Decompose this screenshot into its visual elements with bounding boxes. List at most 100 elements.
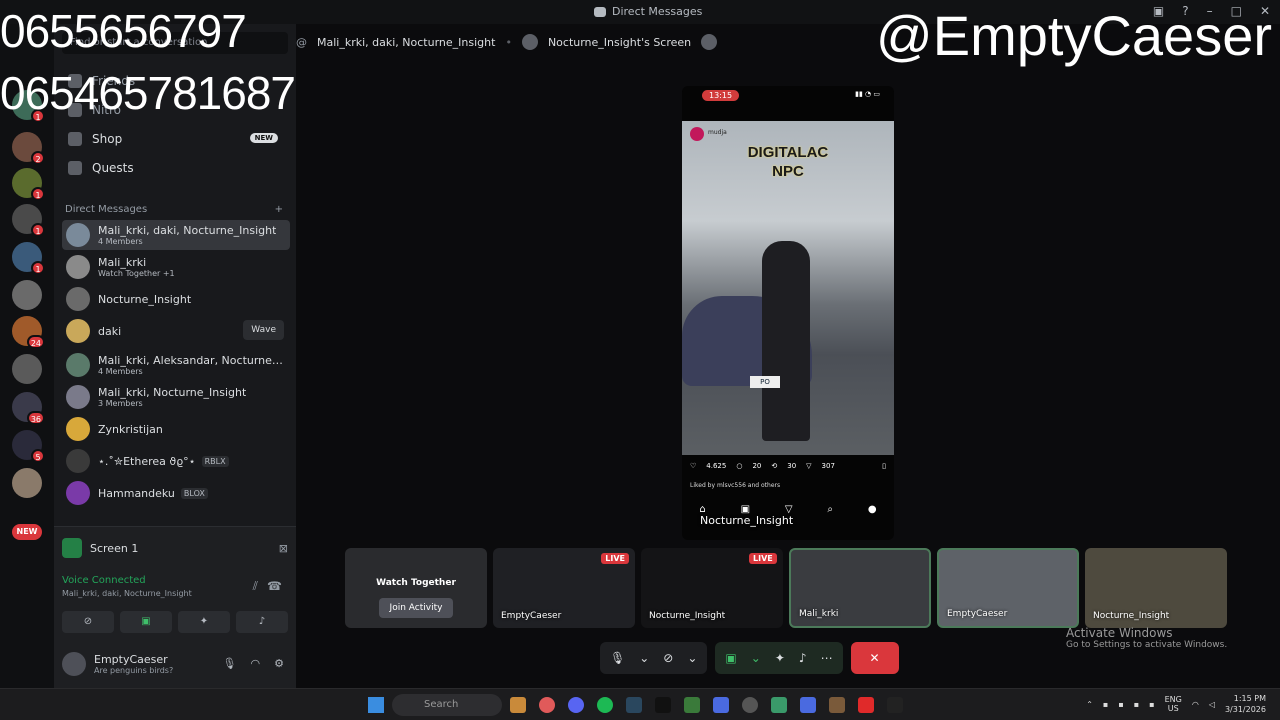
nav-shop[interactable]: Shop NEW <box>62 126 288 152</box>
dm-item[interactable]: Zynkristijan <box>62 414 290 444</box>
camera-off-button[interactable]: ⊘ <box>62 611 114 633</box>
comment-icon[interactable]: ○ <box>736 462 742 470</box>
dm-item[interactable]: Hammandeku BLOX <box>62 478 290 508</box>
app-icon[interactable] <box>539 697 555 713</box>
app-icon[interactable] <box>887 697 903 713</box>
watch-together-tile[interactable]: Watch Together Join Activity <box>345 548 487 628</box>
activities-icon[interactable]: ✦ <box>775 651 785 665</box>
noise-icon[interactable]: ⫽ <box>253 579 258 594</box>
server-icon[interactable]: 1 <box>12 204 45 237</box>
camera-off-icon[interactable]: ⊘ <box>663 651 673 665</box>
microphone-icon[interactable]: 🎙︎ <box>610 651 625 665</box>
app-icon[interactable] <box>829 697 845 713</box>
server-icon[interactable]: 1 <box>12 242 45 275</box>
server-icon[interactable]: 36 <box>12 392 45 425</box>
activities-button[interactable]: ✦ <box>178 611 230 633</box>
stop-stream-icon[interactable]: ⊠ <box>279 542 288 555</box>
avatar <box>66 449 90 473</box>
participant-tile[interactable]: EmptyCaeser <box>937 548 1079 628</box>
phone-time: 13:15 <box>702 90 740 101</box>
dm-item[interactable]: Mali_krki, daki, Nocturne_Insight 4 Membe… <box>62 220 290 250</box>
headphones-icon[interactable]: ◠ <box>251 657 261 670</box>
participant-tile[interactable]: Nocturne_Insight <box>1085 548 1227 628</box>
avatar <box>66 481 90 505</box>
license-plate: PO <box>750 376 780 388</box>
youtube-icon[interactable] <box>858 697 874 713</box>
share-icon[interactable]: ▽ <box>806 462 811 470</box>
participant-tiles: Watch Together Join Activity LIVE EmptyC… <box>345 548 1227 628</box>
profile-icon[interactable]: ● <box>868 504 877 528</box>
participant-tile[interactable]: LIVE EmptyCaeser <box>493 548 635 628</box>
screen-share-icon[interactable]: ▣ <box>725 651 736 665</box>
dm-item[interactable]: Mali_krki Watch Together +1 <box>62 252 290 282</box>
chevron-down-icon[interactable]: ⌄ <box>687 651 697 665</box>
avatar <box>521 34 538 50</box>
share-screen-button[interactable]: ▣ <box>120 611 172 633</box>
soundboard-button[interactable]: ♪ <box>236 611 288 633</box>
avatar[interactable] <box>62 652 86 676</box>
server-icon[interactable] <box>12 354 42 384</box>
leave-call-button[interactable]: ✕ <box>850 642 899 674</box>
server-icon[interactable]: 24 <box>12 316 45 349</box>
microphone-icon[interactable]: 🎙︎ <box>223 657 237 670</box>
server-icon[interactable] <box>12 468 42 498</box>
liked-by: Liked by mlsvc556 and others <box>690 482 781 489</box>
app-icon[interactable] <box>800 697 816 713</box>
bookmark-icon[interactable]: ▯ <box>882 462 886 470</box>
create-dm-icon[interactable]: + <box>275 204 283 215</box>
dm-section-header: Direct Messages + <box>65 204 283 215</box>
voice-channel[interactable]: Mali_krki, daki, Nocturne_Insight <box>62 589 192 598</box>
stream-video[interactable]: 13:15 ▮▮ ◔ ▭ mudja DIGITALAC NPC PO ♡ 4.6… <box>682 86 894 540</box>
app-icon[interactable] <box>684 697 700 713</box>
tray-icon[interactable]: ▪ <box>1118 700 1123 709</box>
server-icon[interactable] <box>12 280 42 310</box>
soundboard-icon[interactable]: ♪ <box>799 651 807 665</box>
chevron-down-icon[interactable]: ⌄ <box>751 651 761 665</box>
app-icon[interactable] <box>742 697 758 713</box>
mention-badge: 5 <box>31 449 45 463</box>
spotify-icon[interactable] <box>597 697 613 713</box>
tray-icon[interactable]: ▪ <box>1103 700 1108 709</box>
steam-icon[interactable] <box>626 697 642 713</box>
avatar <box>66 385 90 409</box>
disconnect-icon[interactable]: ☎ <box>267 579 282 593</box>
discord-icon[interactable] <box>568 697 584 713</box>
participant-tile[interactable]: Mali_krki <box>789 548 931 628</box>
like-icon[interactable]: ♡ <box>690 462 696 470</box>
chevron-up-icon[interactable]: ⌃ <box>1086 700 1093 709</box>
tray-icon[interactable]: ▪ <box>1149 700 1154 709</box>
settings-gear-icon[interactable]: ⚙ <box>274 657 284 670</box>
windows-start-icon[interactable] <box>368 697 384 713</box>
wave-button[interactable]: Wave <box>243 320 284 340</box>
mention-badge: 24 <box>26 335 45 349</box>
participant-tile[interactable]: LIVE Nocturne_Insight <box>641 548 783 628</box>
more-icon[interactable]: ⋯ <box>821 651 833 665</box>
nav-quests[interactable]: Quests <box>62 155 288 181</box>
language-indicator[interactable]: ENG US <box>1165 695 1182 713</box>
account-name: mudja <box>708 129 727 136</box>
dm-item[interactable]: daki Wave <box>62 316 290 346</box>
tray-icon[interactable]: ▪ <box>1134 700 1139 709</box>
dm-item[interactable]: Nocturne_Insight <box>62 284 290 314</box>
clock[interactable]: 1:15 PM 3/31/2026 <box>1225 693 1266 715</box>
taskbar-search[interactable]: Search <box>392 694 502 716</box>
dm-item[interactable]: Mali_krki, Aleksandar, Nocturne_In... 4 M… <box>62 350 290 380</box>
volume-icon[interactable]: ◁ <box>1209 700 1215 709</box>
network-icon[interactable]: ◠ <box>1192 700 1199 709</box>
discord-icon <box>594 6 606 17</box>
server-icon[interactable]: 5 <box>12 430 45 463</box>
tiktok-icon[interactable] <box>655 697 671 713</box>
app-icon[interactable] <box>713 697 729 713</box>
repost-icon[interactable]: ⟲ <box>771 462 777 470</box>
server-icon[interactable]: 2 <box>12 132 45 165</box>
join-activity-button[interactable]: Join Activity <box>379 598 453 618</box>
app-icon[interactable] <box>510 697 526 713</box>
dm-item[interactable]: ⋆.˚✮Etherea ϑϱ°⋆ RBLX <box>62 446 290 476</box>
new-servers-pill[interactable]: NEW <box>12 524 42 540</box>
app-icon[interactable] <box>771 697 787 713</box>
search-icon[interactable]: ⌕ <box>827 504 833 528</box>
avatar <box>701 34 718 50</box>
dm-item[interactable]: Mali_krki, Nocturne_Insight 3 Members <box>62 382 290 412</box>
server-icon[interactable]: 1 <box>12 168 45 201</box>
chevron-down-icon[interactable]: ⌄ <box>639 651 649 665</box>
